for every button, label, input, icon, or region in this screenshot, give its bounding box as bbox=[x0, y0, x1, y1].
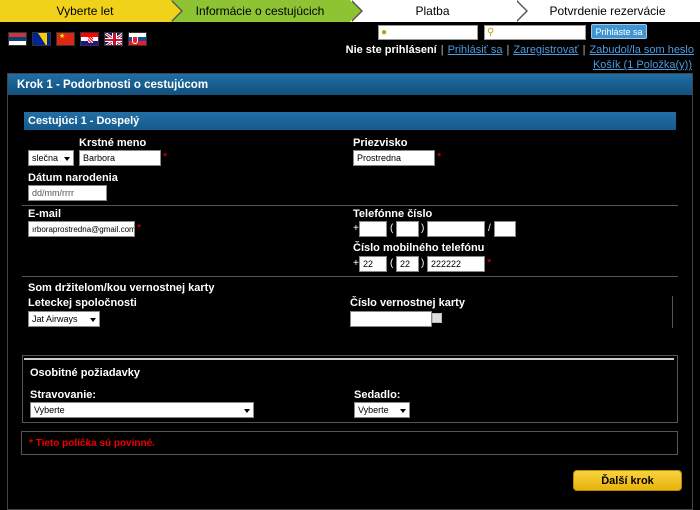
flag-slovakia-icon[interactable] bbox=[128, 32, 147, 46]
phone-country-input[interactable] bbox=[359, 221, 387, 237]
plus-sign: + bbox=[353, 223, 359, 234]
step-label: Informácie o cestujúcich bbox=[195, 4, 325, 18]
required-fields-note: * Tieto políčka sú povinné. bbox=[21, 431, 678, 455]
meal-label: Stravovanie: bbox=[30, 389, 97, 401]
title-value: slečna bbox=[32, 153, 59, 163]
divider bbox=[672, 296, 673, 328]
user-icon: ● bbox=[381, 27, 388, 38]
account-links: Nie ste prihlásení | Prihlásiť sa | Zaregist… bbox=[345, 44, 694, 56]
step-label: Vyberte let bbox=[56, 4, 114, 18]
username-input[interactable]: ● bbox=[378, 25, 478, 40]
seat-select[interactable]: Vyberte bbox=[354, 402, 410, 418]
required-mark: * bbox=[163, 151, 168, 163]
required-mark: * bbox=[487, 257, 492, 269]
seat-label: Sedadlo: bbox=[354, 389, 401, 401]
progress-steps: Vyberte let Informácie o cestujúcich Pla… bbox=[0, 0, 700, 22]
mobile-number-input[interactable]: 222222 bbox=[427, 256, 485, 272]
loyalty-title: Som držitelom/kou vernostnej karty bbox=[28, 282, 215, 294]
last-name-input[interactable]: Prostredna bbox=[353, 150, 435, 166]
step-payment: Platba bbox=[350, 0, 528, 22]
step-passenger-info: Informácie o cestujúcich bbox=[170, 0, 363, 22]
mobile-country-input[interactable]: 22 bbox=[359, 256, 387, 272]
paren-open: ( bbox=[390, 223, 394, 234]
login-status: Nie ste prihlásení bbox=[345, 44, 437, 56]
required-mark: * bbox=[137, 222, 142, 234]
divider bbox=[24, 358, 674, 360]
chevron-down-icon bbox=[64, 157, 70, 161]
mobile-area-input[interactable]: 22 bbox=[396, 256, 419, 272]
language-flags: ★ bbox=[8, 32, 147, 46]
chevron-down-icon bbox=[244, 409, 250, 413]
login-link[interactable]: Prihlásiť sa bbox=[448, 44, 503, 56]
airline-value: Jat Airways bbox=[32, 314, 78, 324]
step-label: Potvrdenie rezervácie bbox=[549, 4, 666, 18]
login-button[interactable]: Prihláste sa bbox=[591, 24, 647, 39]
mobile-label: Číslo mobilného telefónu bbox=[353, 242, 485, 254]
dob-label: Dátum narodenia bbox=[28, 172, 118, 184]
panel-title: Krok 1 - Podorbnosti o cestujúcom bbox=[8, 74, 692, 95]
register-link[interactable]: Zaregistrovať bbox=[513, 44, 578, 56]
meal-value: Vyberte bbox=[34, 405, 65, 415]
required-note-text: * Tieto políčka sú povinné. bbox=[29, 437, 155, 449]
email-label: E-mail bbox=[28, 208, 62, 220]
paren-close: ) bbox=[421, 223, 425, 234]
key-icon: ⚲ bbox=[487, 27, 495, 38]
next-step-button[interactable]: Ďalší krok bbox=[573, 470, 682, 491]
first-name-input[interactable]: Barbora bbox=[79, 150, 161, 166]
forgot-password-link[interactable]: Zabudol/la som heslo bbox=[589, 44, 694, 56]
special-requests-title: Osobitné požiadavky bbox=[30, 367, 141, 379]
title-select[interactable]: slečna bbox=[28, 150, 74, 166]
plus-sign: + bbox=[353, 258, 359, 269]
card-number-input[interactable] bbox=[350, 311, 432, 327]
flag-bosnia-icon[interactable] bbox=[32, 32, 51, 46]
slash: / bbox=[488, 223, 491, 234]
first-name-label: Krstné meno bbox=[79, 137, 147, 149]
password-input[interactable]: ⚲ bbox=[484, 25, 586, 40]
paren-close: ) bbox=[421, 258, 425, 269]
last-name-label: Priezvisko bbox=[353, 137, 408, 149]
passenger-section-title: Cestujúci 1 - Dospelý bbox=[24, 112, 676, 130]
divider bbox=[22, 205, 678, 206]
phone-area-input[interactable] bbox=[396, 221, 419, 237]
step-confirmation: Potvrdenie rezervácie bbox=[515, 0, 700, 22]
calendar-icon[interactable] bbox=[432, 313, 442, 323]
cart-link[interactable]: Košík (1 Položka(y)) bbox=[593, 59, 692, 71]
flag-serbia-icon[interactable] bbox=[8, 32, 27, 46]
paren-open: ( bbox=[390, 258, 394, 269]
email-input[interactable]: ırboraprostredna@gmail.com bbox=[28, 221, 135, 237]
required-mark: * bbox=[437, 151, 442, 163]
phone-label: Telefónne číslo bbox=[353, 208, 433, 220]
divider bbox=[22, 276, 678, 277]
flag-uk-icon[interactable] bbox=[104, 32, 123, 46]
phone-number-input[interactable] bbox=[427, 221, 485, 237]
chevron-down-icon bbox=[90, 318, 96, 322]
airline-select[interactable]: Jat Airways bbox=[28, 311, 100, 327]
flag-croatia-icon[interactable] bbox=[80, 32, 99, 46]
step-select-flight[interactable]: Vyberte let bbox=[0, 0, 183, 22]
flag-china-icon[interactable]: ★ bbox=[56, 32, 75, 46]
phone-extension-input[interactable] bbox=[494, 221, 516, 237]
dob-input[interactable]: dd/mm/rrrr bbox=[28, 185, 107, 201]
chevron-down-icon bbox=[400, 409, 406, 413]
step-label: Platba bbox=[415, 4, 450, 18]
seat-value: Vyberte bbox=[358, 405, 389, 415]
meal-select[interactable]: Vyberte bbox=[30, 402, 254, 418]
card-number-label: Číslo vernostnej karty bbox=[350, 297, 465, 309]
airline-label: Leteckej spoločnosti bbox=[28, 297, 137, 309]
